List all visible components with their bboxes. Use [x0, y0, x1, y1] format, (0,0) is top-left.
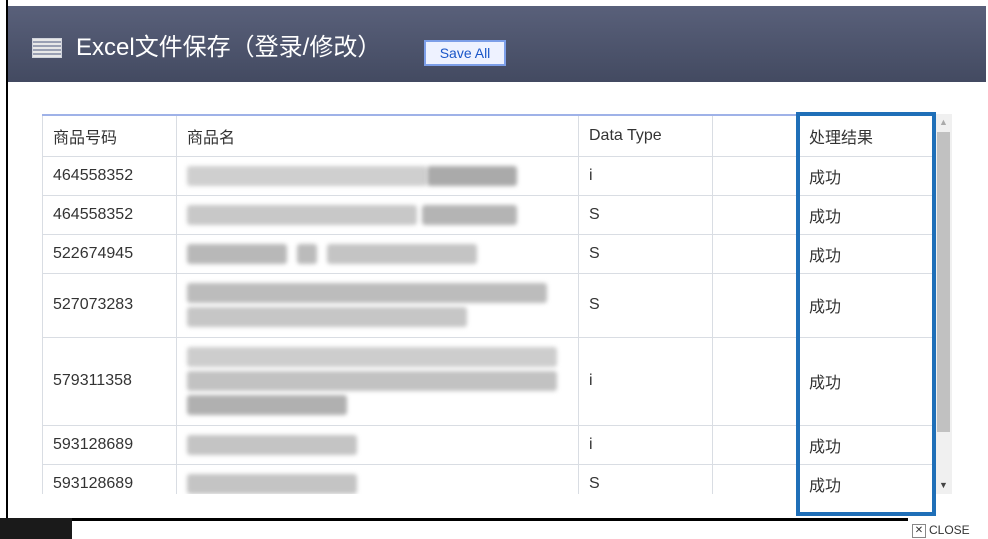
cell-name-redacted [176, 272, 579, 338]
scrollbar-thumb[interactable] [937, 132, 950, 432]
table-row[interactable]: 593128689 S 成功 [42, 463, 939, 494]
dialog-title: Excel文件保存（登录/修改） [76, 34, 382, 61]
cell-extra [712, 424, 799, 465]
column-header-code[interactable]: 商品号码 [42, 114, 177, 157]
cell-result: 成功 [798, 155, 939, 196]
scroll-down-icon[interactable]: ▼ [935, 477, 952, 494]
cell-extra [712, 233, 799, 274]
table-row[interactable]: 522674945 S 成功 [42, 233, 939, 274]
cell-result: 成功 [798, 194, 939, 235]
cell-data-type: S [578, 194, 713, 235]
table-row[interactable]: 464558352 i 成功 [42, 155, 939, 196]
scroll-up-icon[interactable]: ▲ [935, 114, 952, 131]
vertical-scrollbar[interactable]: ▲ ▼ [935, 114, 952, 494]
table-row[interactable]: 593128689 i 成功 [42, 424, 939, 465]
table-row[interactable]: 527073283 S 成功 [42, 272, 939, 338]
cell-code: 464558352 [42, 194, 177, 235]
column-header-extra[interactable] [712, 114, 799, 157]
result-grid: 商品号码 商品名 Data Type 处理结果 464558352 i 成功 4… [42, 114, 954, 494]
cell-result: 成功 [798, 233, 939, 274]
cell-data-type: S [578, 233, 713, 274]
cell-name-redacted [176, 336, 579, 426]
cell-result: 成功 [798, 424, 939, 465]
spreadsheet-icon [32, 38, 62, 58]
background-page-strip: ✕ CLOSE [0, 518, 988, 539]
cell-result: 成功 [798, 272, 939, 338]
cell-extra [712, 155, 799, 196]
cell-code: 579311358 [42, 336, 177, 426]
cell-extra [712, 463, 799, 494]
save-all-button[interactable]: Save All [424, 40, 506, 66]
close-button[interactable]: ✕ CLOSE [912, 522, 970, 538]
cell-result: 成功 [798, 336, 939, 426]
cell-code: 522674945 [42, 233, 177, 274]
cell-name-redacted [176, 155, 579, 196]
cell-data-type: S [578, 463, 713, 494]
background-divider [72, 518, 908, 521]
cell-extra [712, 336, 799, 426]
column-header-name[interactable]: 商品名 [176, 114, 579, 157]
table-row[interactable]: 579311358 i 成功 [42, 336, 939, 426]
cell-name-redacted [176, 463, 579, 494]
close-icon: ✕ [912, 523, 926, 538]
cell-result: 成功 [798, 463, 939, 494]
cell-data-type: i [578, 336, 713, 426]
cell-code: 593128689 [42, 424, 177, 465]
cell-extra [712, 272, 799, 338]
excel-save-dialog: Excel文件保存（登录/修改） Save All 商品号码 商品名 Data … [0, 0, 988, 518]
column-header-data-type[interactable]: Data Type [578, 114, 713, 157]
cell-code: 593128689 [42, 463, 177, 494]
cell-name-redacted [176, 424, 579, 465]
background-dark-block [0, 518, 72, 539]
cell-extra [712, 194, 799, 235]
cell-data-type: i [578, 155, 713, 196]
column-header-result[interactable]: 处理结果 [798, 114, 939, 157]
cell-name-redacted [176, 233, 579, 274]
cell-data-type: i [578, 424, 713, 465]
cell-name-redacted [176, 194, 579, 235]
dialog-header: Excel文件保存（登录/修改） Save All [8, 6, 986, 82]
cell-code: 464558352 [42, 155, 177, 196]
table-row[interactable]: 464558352 S 成功 [42, 194, 939, 235]
cell-data-type: S [578, 272, 713, 338]
cell-code: 527073283 [42, 272, 177, 338]
grid-header-row: 商品号码 商品名 Data Type 处理结果 [42, 114, 939, 157]
close-label: CLOSE [929, 523, 970, 537]
